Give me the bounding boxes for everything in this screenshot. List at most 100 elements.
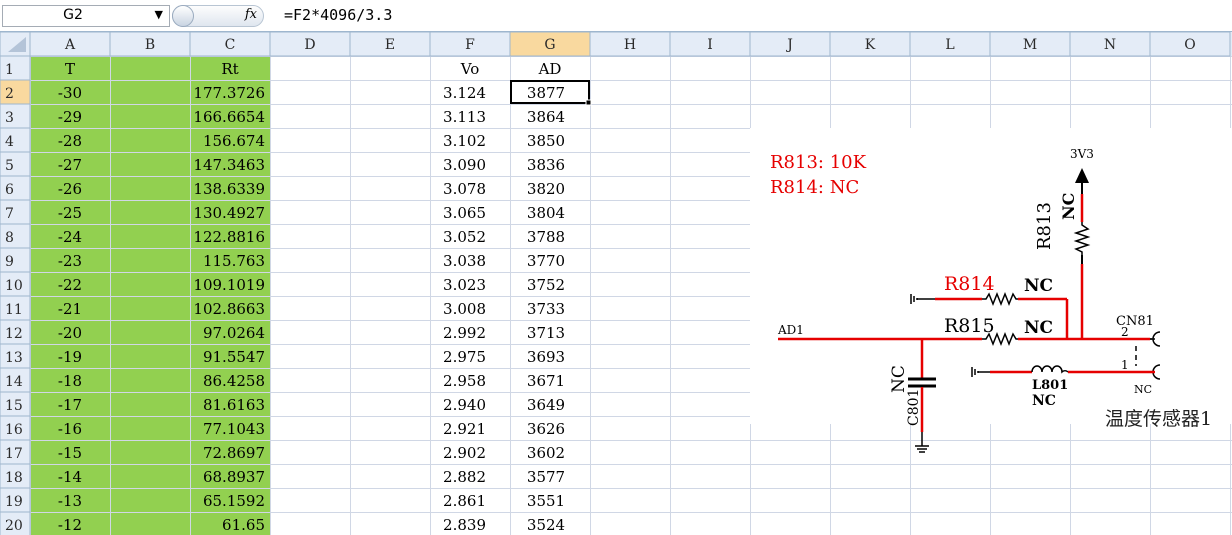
cell-ad[interactable]: 3864 bbox=[527, 108, 565, 126]
cell-vo[interactable]: 2.958 bbox=[443, 372, 486, 390]
cell-rt[interactable]: 122.8816 bbox=[193, 228, 265, 246]
cell-rt[interactable]: 81.6163 bbox=[203, 396, 265, 414]
cell-t[interactable]: -25 bbox=[58, 204, 82, 222]
cell-t[interactable]: -22 bbox=[58, 276, 82, 294]
cell-rt[interactable]: 166.6654 bbox=[193, 108, 265, 126]
cell-rt[interactable]: 109.1019 bbox=[193, 276, 265, 294]
cell-t[interactable]: -20 bbox=[58, 324, 82, 342]
cell-rt[interactable]: 61.65 bbox=[222, 516, 265, 534]
cell-vo[interactable]: 3.113 bbox=[443, 108, 486, 126]
cell-vo[interactable]: 2.861 bbox=[443, 492, 486, 510]
cell-t[interactable]: -15 bbox=[58, 444, 82, 462]
cell-vo[interactable]: 3.052 bbox=[443, 228, 486, 246]
function-button-group: fx bbox=[172, 5, 264, 27]
green-fill-region bbox=[30, 56, 270, 535]
cell-t[interactable]: -28 bbox=[58, 132, 82, 150]
cell-vo[interactable]: 2.940 bbox=[443, 396, 486, 414]
cell-rt[interactable]: 147.3463 bbox=[193, 156, 265, 174]
label-3v3: 3V3 bbox=[1070, 147, 1094, 161]
cell-vo[interactable]: 3.090 bbox=[443, 156, 486, 174]
cell-ad[interactable]: 3671 bbox=[527, 372, 565, 390]
cell-t[interactable]: -12 bbox=[58, 516, 82, 534]
header-cell-c[interactable]: Rt bbox=[221, 60, 238, 78]
cell-ad[interactable]: 3577 bbox=[527, 468, 565, 486]
cell-ad[interactable]: 3820 bbox=[527, 180, 565, 198]
cell-vo[interactable]: 3.023 bbox=[443, 276, 486, 294]
chevron-down-icon[interactable]: ▼ bbox=[155, 8, 163, 21]
cell-t[interactable]: -23 bbox=[58, 252, 82, 270]
fill-handle[interactable] bbox=[585, 99, 592, 106]
cell-t[interactable]: -27 bbox=[58, 156, 82, 174]
header-cell-f[interactable]: Vo bbox=[460, 60, 480, 78]
cell-rt[interactable]: 130.4927 bbox=[193, 204, 265, 222]
cell-rt[interactable]: 91.5547 bbox=[203, 348, 265, 366]
cell-t[interactable]: -16 bbox=[58, 420, 82, 438]
cell-rt[interactable]: 77.1043 bbox=[203, 420, 265, 438]
cell-rt[interactable]: 97.0264 bbox=[203, 324, 265, 342]
cell-rt[interactable]: 72.8697 bbox=[203, 444, 265, 462]
formula-input[interactable]: =F2*4096/3.3 bbox=[284, 6, 392, 24]
splitter-handle-icon[interactable] bbox=[172, 5, 194, 27]
cell-t[interactable]: -18 bbox=[58, 372, 82, 390]
cell-rt[interactable]: 102.8663 bbox=[193, 300, 265, 318]
cell-vo[interactable]: 3.065 bbox=[443, 204, 486, 222]
cell-t[interactable]: -30 bbox=[58, 84, 82, 102]
cell-vo[interactable]: 2.992 bbox=[443, 324, 486, 342]
cell-ad[interactable]: 3524 bbox=[527, 516, 565, 534]
cell-vo[interactable]: 2.975 bbox=[443, 348, 486, 366]
cell-rt[interactable]: 65.1592 bbox=[203, 492, 265, 510]
cell-ad[interactable]: 3770 bbox=[527, 252, 565, 270]
cell-ad[interactable]: 3850 bbox=[527, 132, 565, 150]
row-header-label: 11 bbox=[5, 302, 23, 318]
cell-vo[interactable]: 3.008 bbox=[443, 300, 486, 318]
row-header-label: 7 bbox=[5, 206, 14, 222]
cell-ad[interactable]: 3836 bbox=[527, 156, 565, 174]
insert-function-icon[interactable]: fx bbox=[245, 7, 257, 22]
cell-ad[interactable]: 3693 bbox=[527, 348, 565, 366]
label-pin2: 2 bbox=[1121, 325, 1129, 339]
label-cn-nc: NC bbox=[1134, 383, 1152, 396]
cell-ad[interactable]: 3877 bbox=[527, 84, 565, 102]
worksheet-grid[interactable]: A B C D E F G H I J K L M N O1234567891011121314151617… bbox=[0, 32, 1232, 535]
label-r814: R814 bbox=[944, 273, 995, 295]
header-cell-a[interactable]: T bbox=[65, 60, 75, 78]
cell-rt[interactable]: 156.674 bbox=[203, 132, 265, 150]
cell-vo[interactable]: 2.839 bbox=[443, 516, 486, 534]
formula-bar: G2 ▼ fx =F2*4096/3.3 bbox=[0, 0, 1232, 32]
cell-ad[interactable]: 3649 bbox=[527, 396, 565, 414]
cell-rt[interactable]: 177.3726 bbox=[193, 84, 265, 102]
cell-ad[interactable]: 3804 bbox=[527, 204, 565, 222]
cell-ad[interactable]: 3602 bbox=[527, 444, 565, 462]
cell-t[interactable]: -29 bbox=[58, 108, 82, 126]
cell-vo[interactable]: 3.038 bbox=[443, 252, 486, 270]
name-box[interactable]: G2 ▼ bbox=[2, 5, 170, 27]
cell-vo[interactable]: 3.124 bbox=[443, 84, 486, 102]
cell-vo[interactable]: 2.902 bbox=[443, 444, 486, 462]
cell-vo[interactable]: 3.078 bbox=[443, 180, 486, 198]
cell-t[interactable]: -14 bbox=[58, 468, 82, 486]
cell-t[interactable]: -19 bbox=[58, 348, 82, 366]
cell-ad[interactable]: 3551 bbox=[527, 492, 565, 510]
cell-ad[interactable]: 3713 bbox=[527, 324, 565, 342]
cell-rt[interactable]: 115.763 bbox=[203, 252, 265, 270]
cell-ad[interactable]: 3626 bbox=[527, 420, 565, 438]
cell-t[interactable]: -24 bbox=[58, 228, 82, 246]
header-cell-g[interactable]: AD bbox=[538, 60, 562, 78]
cell-rt[interactable]: 86.4258 bbox=[203, 372, 265, 390]
cell-vo[interactable]: 2.921 bbox=[443, 420, 486, 438]
cell-rt[interactable]: 68.8937 bbox=[203, 468, 265, 486]
column-header-label: O bbox=[1184, 37, 1195, 53]
cell-vo[interactable]: 3.102 bbox=[443, 132, 486, 150]
column-header-label: C bbox=[225, 37, 236, 53]
cell-t[interactable]: -26 bbox=[58, 180, 82, 198]
cell-rt[interactable]: 138.6339 bbox=[193, 180, 265, 198]
cell-ad[interactable]: 3788 bbox=[527, 228, 565, 246]
row-header-label: 5 bbox=[5, 158, 14, 174]
cell-t[interactable]: -21 bbox=[58, 300, 82, 318]
cell-t[interactable]: -17 bbox=[58, 396, 82, 414]
row-header-label: 4 bbox=[5, 134, 14, 150]
cell-ad[interactable]: 3752 bbox=[527, 276, 565, 294]
cell-vo[interactable]: 2.882 bbox=[443, 468, 486, 486]
cell-ad[interactable]: 3733 bbox=[527, 300, 565, 318]
cell-t[interactable]: -13 bbox=[58, 492, 82, 510]
